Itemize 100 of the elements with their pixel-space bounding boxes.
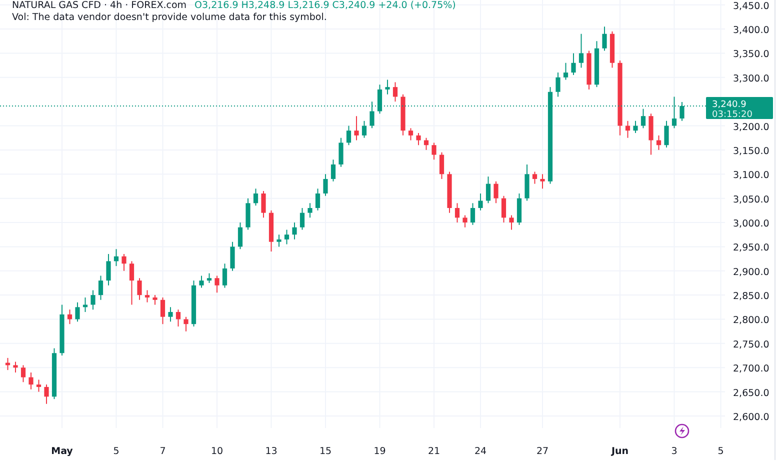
date-label: 21 xyxy=(428,446,440,457)
candle xyxy=(392,82,398,102)
candle xyxy=(315,188,320,211)
candle xyxy=(284,229,290,245)
candle xyxy=(191,280,196,327)
date-label: 5 xyxy=(718,446,724,457)
price-label: 2,700.0 xyxy=(733,364,770,375)
date-label: 27 xyxy=(536,446,549,457)
candle xyxy=(540,174,545,190)
lightning-icon[interactable] xyxy=(674,424,690,438)
date-label: 3 xyxy=(671,446,678,457)
price-label: 2,900.0 xyxy=(733,266,770,278)
candle xyxy=(98,275,104,300)
candle xyxy=(5,357,10,371)
candle xyxy=(610,30,615,68)
candle xyxy=(602,26,607,52)
candle xyxy=(556,72,560,98)
candle xyxy=(13,361,18,373)
volume-note: Vol: The data vendor doesn't provide volume data for this symbol. xyxy=(12,12,328,24)
candle xyxy=(292,222,297,240)
price-label: 2,800.0 xyxy=(733,315,770,326)
candle xyxy=(230,241,235,272)
candle xyxy=(432,142,436,160)
candle xyxy=(578,33,584,68)
candle xyxy=(114,248,119,267)
price-label: 2,950.0 xyxy=(733,242,770,254)
candle xyxy=(385,79,390,95)
candle xyxy=(137,278,142,300)
candle xyxy=(144,290,150,303)
candle xyxy=(532,171,538,184)
candle xyxy=(338,137,344,168)
candle xyxy=(524,164,530,202)
candle xyxy=(439,152,444,180)
candle xyxy=(36,379,42,392)
price-label: 2,850.0 xyxy=(733,291,770,302)
price-label: 3,000.0 xyxy=(733,218,770,230)
price-label: 3,450.0 xyxy=(733,0,770,12)
symbol-title: NATURAL GAS CFD · 4h · FOREX.com xyxy=(12,0,187,12)
candle xyxy=(222,263,228,288)
candle xyxy=(680,102,684,122)
candle xyxy=(478,192,483,211)
candle xyxy=(82,296,88,312)
candle xyxy=(362,120,367,138)
candle xyxy=(454,202,460,223)
price-label: 2,600.0 xyxy=(733,412,770,423)
price-label: 3,100.0 xyxy=(733,170,770,182)
candle xyxy=(424,137,429,150)
candle xyxy=(594,40,600,88)
candle xyxy=(246,198,250,230)
candle xyxy=(346,125,352,146)
candle xyxy=(462,214,468,228)
countdown-timer: 03:15:20 xyxy=(712,110,752,120)
candle xyxy=(261,190,266,218)
candle xyxy=(214,275,220,294)
date-label: 10 xyxy=(210,446,224,457)
candle xyxy=(640,108,646,129)
price-label: 3,350.0 xyxy=(733,49,770,60)
price-label: 3,150.0 xyxy=(733,146,770,157)
candle xyxy=(60,304,64,356)
date-label: May xyxy=(51,446,73,457)
candle xyxy=(122,253,126,272)
candle xyxy=(308,202,312,218)
candle xyxy=(633,120,638,134)
candle xyxy=(354,116,359,141)
price-label: 3,400.0 xyxy=(733,25,770,36)
candle xyxy=(447,171,452,214)
candle xyxy=(28,372,34,390)
candle xyxy=(176,309,181,327)
candle xyxy=(664,120,669,148)
price-label: 3,300.0 xyxy=(733,73,770,84)
candle xyxy=(268,210,274,252)
candle xyxy=(672,96,677,129)
price-label: 3,200.0 xyxy=(733,122,770,133)
candle xyxy=(330,159,336,182)
candle xyxy=(408,128,414,141)
candle xyxy=(300,208,305,230)
candle xyxy=(20,364,26,383)
date-label: 5 xyxy=(113,446,120,457)
candle xyxy=(323,174,328,196)
candle xyxy=(486,176,491,204)
candle xyxy=(586,50,592,90)
price-label: 2,650.0 xyxy=(733,388,770,399)
date-label: 13 xyxy=(265,446,278,457)
candle xyxy=(75,302,80,322)
candle xyxy=(501,195,506,223)
candle xyxy=(129,260,134,306)
candle xyxy=(106,253,111,286)
candle xyxy=(648,113,654,156)
date-label: 24 xyxy=(474,446,487,457)
candle xyxy=(416,132,421,146)
date-label: Jun xyxy=(611,446,629,457)
last-price: 3,240.9 xyxy=(712,100,746,110)
candle xyxy=(152,294,158,306)
price-label: 2,750.0 xyxy=(733,339,770,350)
candle xyxy=(44,384,49,404)
candle xyxy=(253,188,258,206)
candle xyxy=(168,306,173,322)
candle xyxy=(199,275,204,288)
candle xyxy=(67,309,72,325)
candle xyxy=(238,222,243,250)
